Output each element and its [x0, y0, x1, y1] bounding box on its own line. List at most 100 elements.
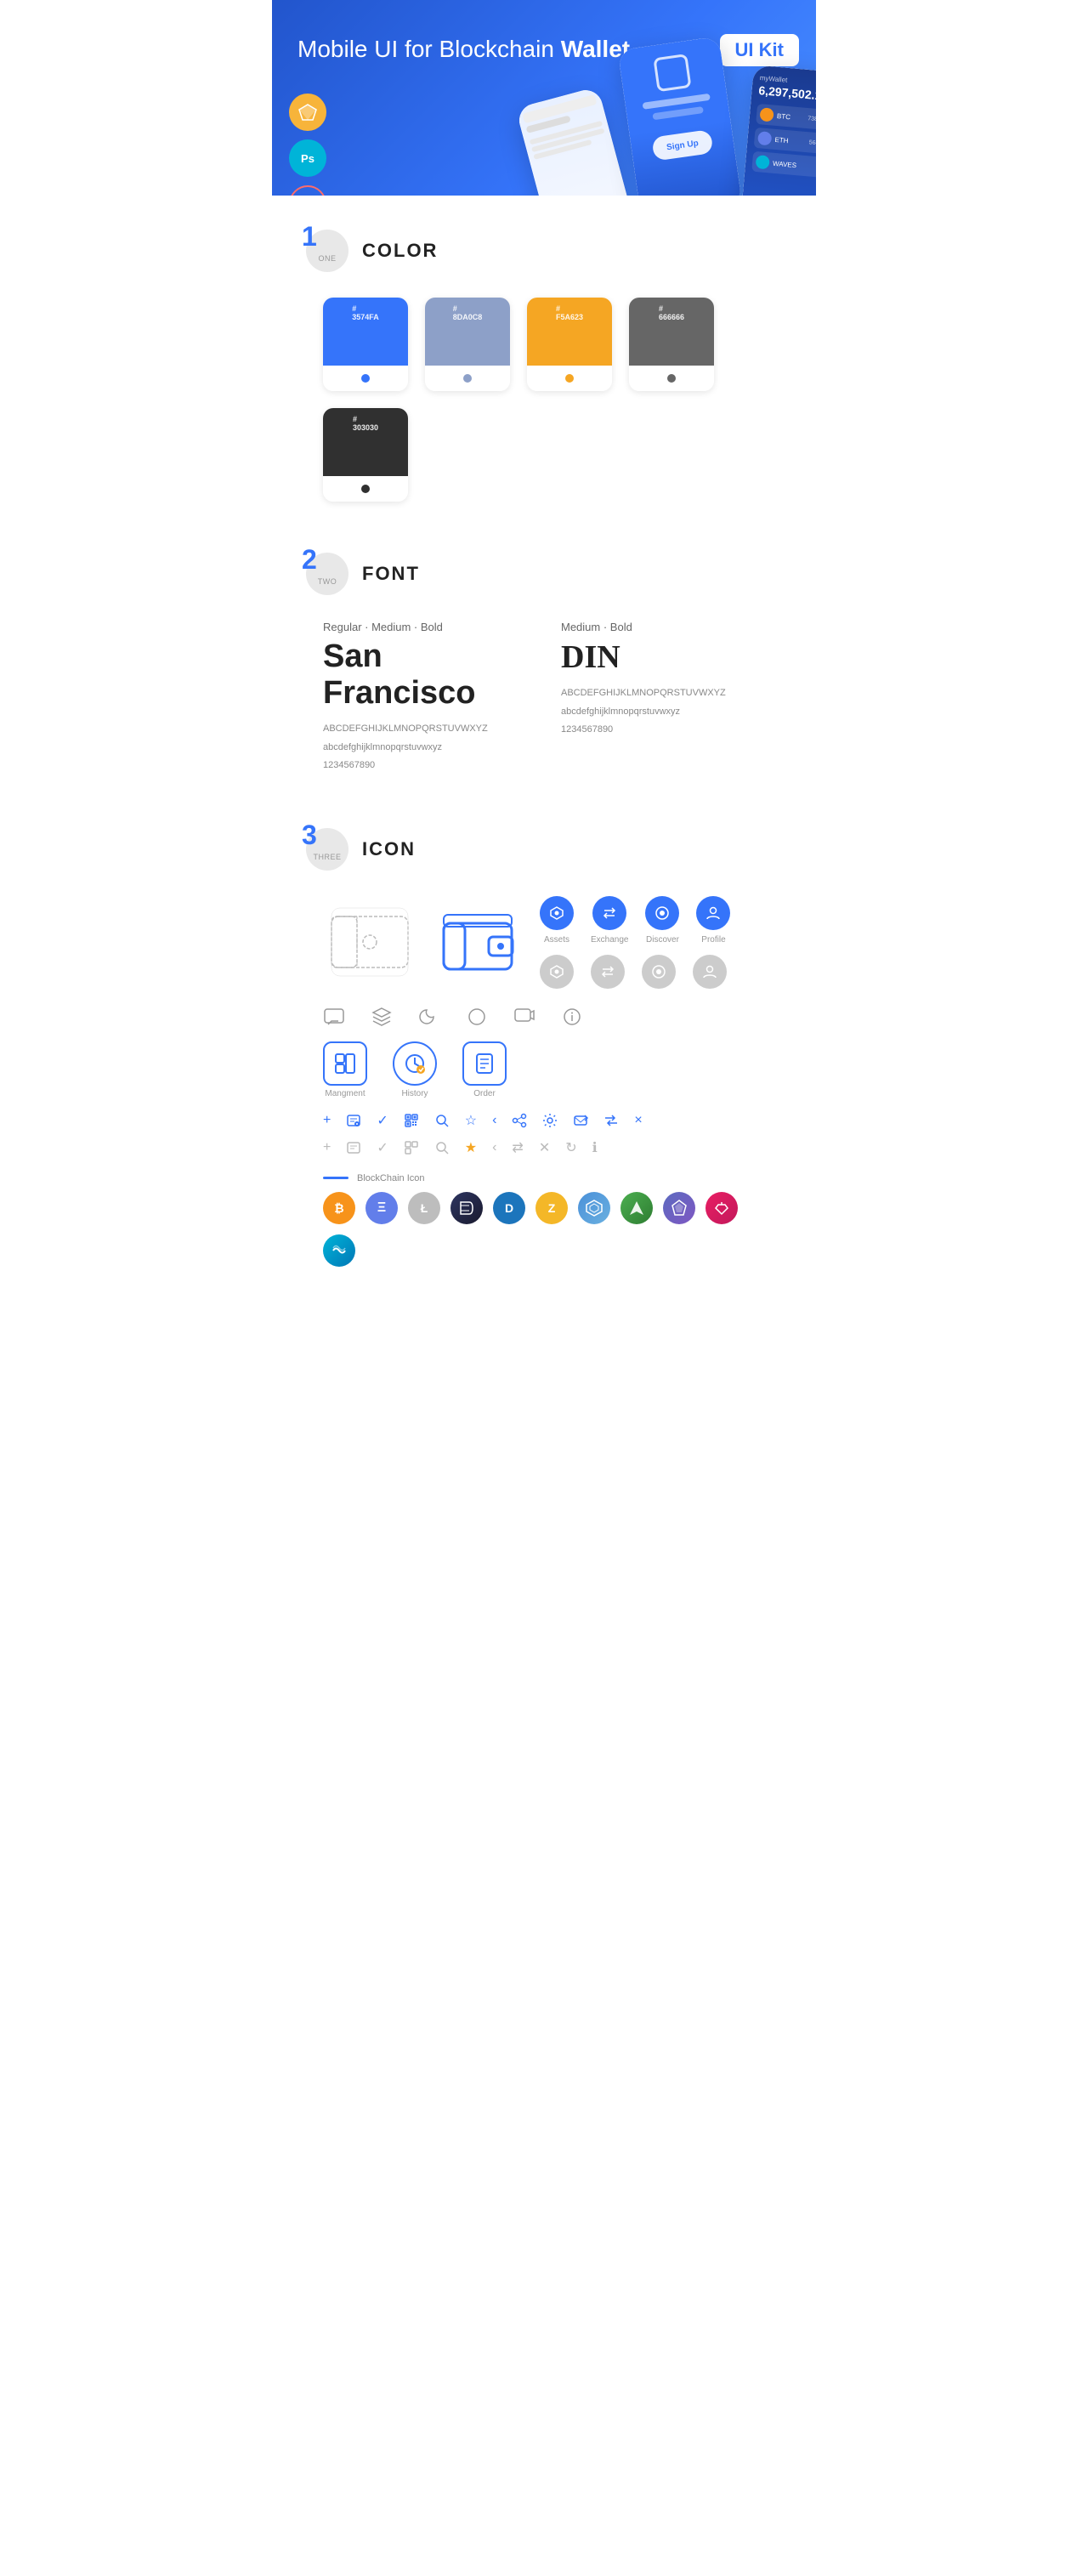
- assets-icon: [540, 896, 574, 930]
- refresh-icon-gray: ↻: [565, 1139, 576, 1156]
- list-edit-icon-gray: [346, 1140, 361, 1155]
- plus-icon-gray: +: [323, 1140, 331, 1155]
- icon-section: 3 THREE ICON: [272, 794, 816, 1284]
- phone-mid: Sign Up: [618, 37, 743, 196]
- purple-coin-icon: [663, 1192, 695, 1224]
- color-section: 1 ONE COLOR #3574FA #8DA0C8 #F5A623 #666…: [272, 196, 816, 519]
- phone-right: myWallet 6,297,502.12 BTC 738-2003 ETH 5…: [740, 65, 816, 196]
- wallet-wireframe-svg: [323, 904, 416, 980]
- star-icon: ☆: [465, 1112, 477, 1129]
- icon-content: Assets Exchange Discover: [306, 896, 782, 1267]
- litecoin-icon: Ł: [408, 1192, 440, 1224]
- section-number-3: 3 THREE: [306, 828, 348, 871]
- swatch-orange: #F5A623: [527, 298, 612, 391]
- profile-icon-gray: [693, 955, 727, 989]
- info-icon-gray: ℹ: [592, 1139, 598, 1156]
- icon-layers: [371, 1006, 393, 1028]
- toolbar-icons-blue: + ✓ ☆ ‹ ×: [323, 1112, 765, 1129]
- settings-icon: [542, 1113, 558, 1128]
- check-icon-gray: ✓: [377, 1139, 388, 1156]
- divider-line: [323, 1177, 348, 1179]
- discover-label: Discover: [646, 935, 679, 945]
- qr-icon: [404, 1113, 419, 1128]
- icon-order: Order: [462, 1041, 507, 1098]
- qr-icon-gray: [404, 1140, 419, 1155]
- din-lowercase: abcdefghijklmnopqrstuvwxyz: [561, 705, 765, 720]
- font-din: Medium · Bold DIN ABCDEFGHIJKLMNOPQRSTUV…: [561, 621, 765, 777]
- back-icon: ‹: [492, 1113, 496, 1128]
- exchange-icon-gray: [591, 955, 625, 989]
- icon-circle-solid: [466, 1006, 488, 1028]
- font-title: FONT: [362, 563, 420, 585]
- color-title: COLOR: [362, 240, 438, 262]
- zcash-icon: Z: [536, 1192, 568, 1224]
- share-icon: [512, 1113, 527, 1128]
- swatch-blue: #3574FA: [323, 298, 408, 391]
- grid-coin-icon: [578, 1192, 610, 1224]
- ethereum-icon: Ξ: [366, 1192, 398, 1224]
- wallet-solid: [442, 913, 514, 971]
- ark-icon: [620, 1192, 653, 1224]
- blockchain-icon-label: BlockChain Icon: [357, 1173, 425, 1183]
- dash-icon: D: [493, 1192, 525, 1224]
- icon-info: [561, 1006, 583, 1028]
- swatch-slate: #8DA0C8: [425, 298, 510, 391]
- phone-mockups: Sign Up myWallet 6,297,502.12 BTC 738-20…: [536, 43, 816, 196]
- sf-lowercase: abcdefghijklmnopqrstuvwxyz: [323, 740, 527, 756]
- sketch-badge: [289, 94, 326, 131]
- blockchain-icon-divider: BlockChain Icon: [323, 1173, 765, 1183]
- assets-label: Assets: [544, 935, 570, 945]
- icon-chat2: [513, 1006, 536, 1028]
- back-icon-gray: ‹: [492, 1140, 496, 1155]
- screens-badge: 60+Screens: [289, 185, 326, 196]
- history-label: History: [401, 1089, 428, 1098]
- search-icon: [434, 1113, 450, 1128]
- toolbar-icons-gray: + ✓ ★ ‹ ⇄ ✕ ↻ ℹ: [323, 1139, 765, 1156]
- star-icon-gold: ★: [465, 1139, 477, 1156]
- swap-icon: [604, 1113, 619, 1128]
- font-sf: Regular · Medium · Bold San Francisco AB…: [323, 621, 527, 777]
- crypto-icons-row: ₿ Ξ Ł D Z: [323, 1192, 765, 1267]
- din-uppercase: ABCDEFGHIJKLMNOPQRSTUVWXYZ: [561, 686, 765, 701]
- wallet-icons-main: Assets Exchange Discover: [323, 896, 765, 989]
- exchange-label: Exchange: [591, 935, 628, 945]
- close-icon: ×: [634, 1113, 642, 1128]
- phone-left: [516, 87, 633, 196]
- font-section: 2 TWO FONT Regular · Medium · Bold San F…: [272, 519, 816, 794]
- nav-icons-gray-row: [540, 955, 730, 989]
- misc-icons-row: [323, 1006, 765, 1028]
- section-number-1: 1 ONE: [306, 230, 348, 272]
- app-icons-row: Mangment History Order: [323, 1041, 765, 1098]
- profile-label: Profile: [701, 935, 725, 945]
- search-icon-gray: [434, 1140, 450, 1155]
- swatch-gray: #666666: [629, 298, 714, 391]
- nav-icon-profile: Profile: [696, 896, 730, 945]
- history-icon: [393, 1041, 437, 1086]
- discover-icon: [645, 896, 679, 930]
- list-edit-icon: [346, 1113, 361, 1128]
- font-content: Regular · Medium · Bold San Francisco AB…: [306, 621, 782, 777]
- nav-icon-discover-gray: [642, 955, 676, 989]
- nav-icon-exchange-gray: [591, 955, 625, 989]
- assets-icon-gray: [540, 955, 574, 989]
- send-icon: [573, 1113, 588, 1128]
- exchange-icon: [592, 896, 626, 930]
- din-name: DIN: [561, 638, 765, 676]
- darkcoin-icon: [450, 1192, 483, 1224]
- hero-badges: Ps 60+Screens: [289, 94, 326, 196]
- wave-coin-icon: [323, 1234, 355, 1267]
- nav-icon-assets: Assets: [540, 896, 574, 945]
- icon-management: Mangment: [323, 1041, 367, 1098]
- sf-name: San Francisco: [323, 638, 527, 712]
- sf-numbers: 1234567890: [323, 758, 527, 774]
- hero-section: Mobile UI for Blockchain Wallet UI Kit P…: [272, 0, 816, 196]
- order-label: Order: [473, 1089, 496, 1098]
- swatch-dark: #303030: [323, 408, 408, 502]
- icon-section-header: 3 THREE ICON: [306, 828, 782, 871]
- photoshop-badge: Ps: [289, 139, 326, 177]
- din-numbers: 1234567890: [561, 723, 765, 738]
- nav-icon-group: Assets Exchange Discover: [540, 896, 730, 989]
- check-icon: ✓: [377, 1112, 388, 1129]
- discover-icon-gray: [642, 955, 676, 989]
- sf-uppercase: ABCDEFGHIJKLMNOPQRSTUVWXYZ: [323, 722, 527, 737]
